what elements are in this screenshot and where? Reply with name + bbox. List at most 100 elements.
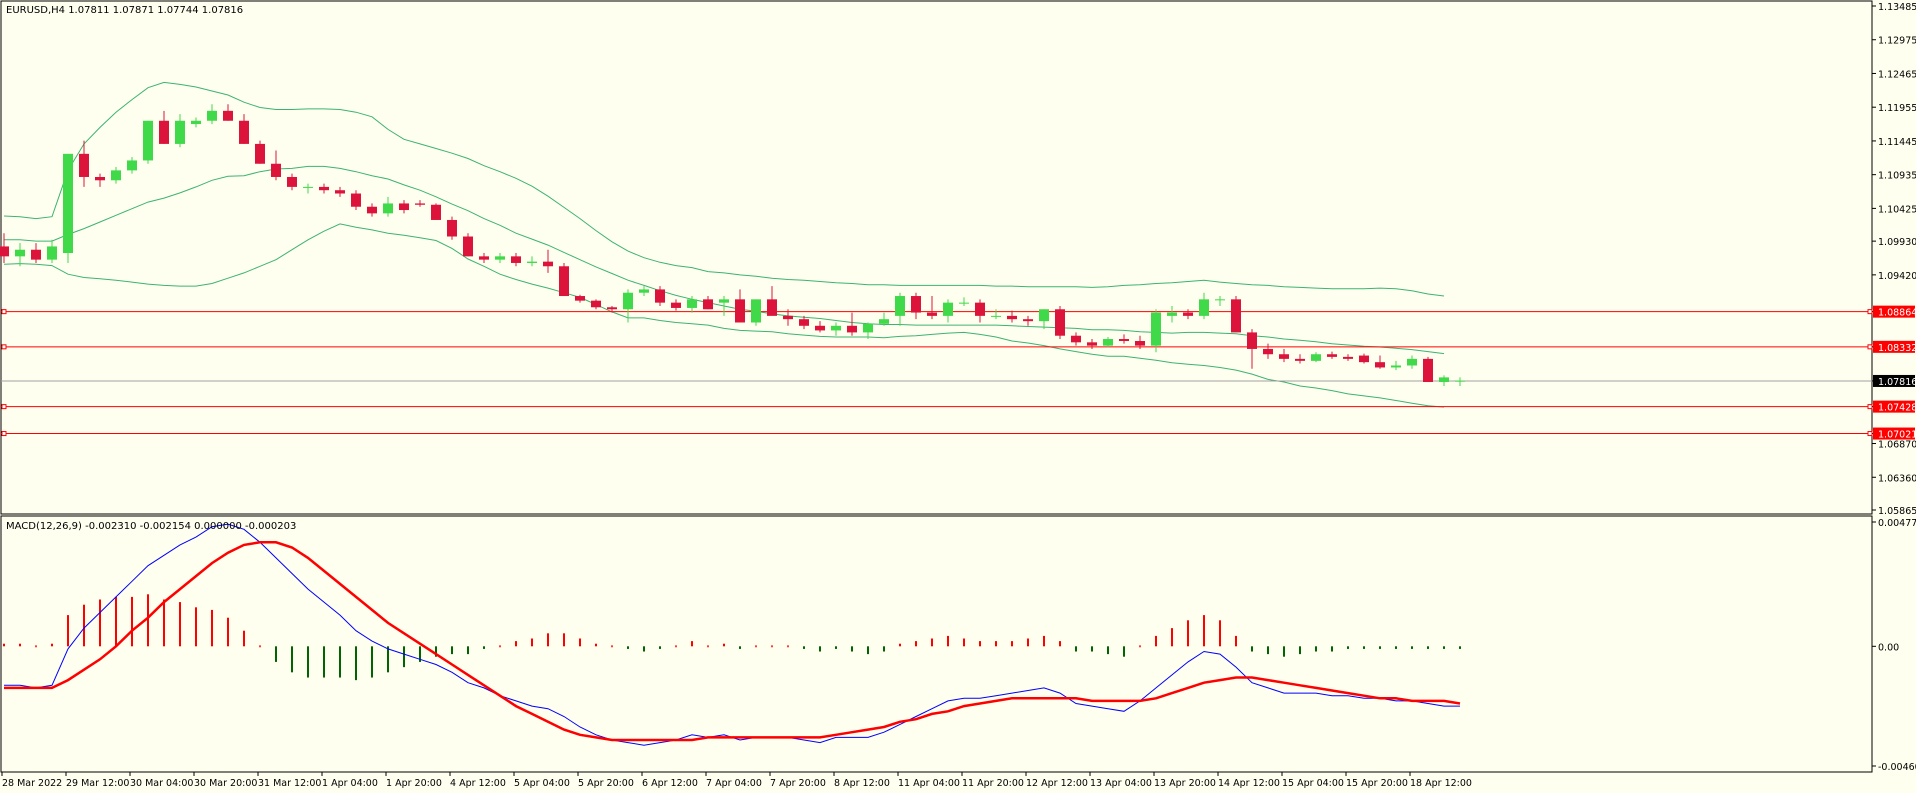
candle-body — [207, 110, 217, 121]
candle-body — [831, 325, 841, 331]
candle-body — [1439, 377, 1449, 383]
candle-body — [1103, 339, 1113, 346]
candle-body — [319, 186, 329, 191]
trading-chart[interactable]: 1.13485 1.12975 1.12465 1.11955 1.11445 1.109… — [0, 0, 1916, 793]
candle-body — [943, 302, 953, 316]
candle-body — [1215, 299, 1225, 301]
price-tick-label: 1.07816 — [1878, 377, 1916, 388]
candle-body — [1199, 299, 1209, 316]
macd-tick-label: -0.004601 — [1878, 762, 1916, 773]
price-tick-label: 1.05865 — [1878, 506, 1916, 517]
candle-body — [1375, 362, 1385, 368]
candle-body — [1007, 315, 1017, 320]
price-tick-label: 1.06870 — [1878, 440, 1916, 451]
candle-body — [1231, 299, 1241, 333]
level-handle[interactable] — [1867, 404, 1873, 410]
candle-body — [879, 319, 889, 324]
price-tick-label: 1.07428 — [1878, 403, 1916, 414]
candle-body — [527, 261, 537, 263]
time-tick-label: 5 Apr 04:00 — [514, 778, 570, 789]
price-tick-label: 1.09930 — [1878, 237, 1916, 248]
candle-body — [1135, 341, 1145, 346]
candle-body — [31, 249, 41, 260]
candle-body — [1423, 358, 1433, 383]
candle-body — [15, 249, 25, 257]
candle-body — [431, 204, 441, 220]
candle-body — [255, 143, 265, 164]
candle-body — [463, 236, 473, 257]
level-handle[interactable] — [1, 431, 7, 437]
candle-body — [543, 261, 553, 267]
chart-canvas[interactable]: 1.13485 1.12975 1.12465 1.11955 1.11445 1.109… — [0, 0, 1916, 793]
price-tick-label: 1.11955 — [1878, 103, 1916, 114]
time-tick-label: 15 Apr 04:00 — [1282, 778, 1344, 789]
candle-body — [591, 300, 601, 308]
candle-body — [623, 292, 633, 310]
candle-body — [767, 299, 777, 316]
time-tick-label: 29 Mar 12:00 — [66, 778, 129, 789]
candle-body — [399, 203, 409, 211]
candle-body — [975, 302, 985, 316]
level-handle[interactable] — [1867, 309, 1873, 315]
level-handle[interactable] — [1, 404, 7, 410]
candle-body — [575, 296, 585, 301]
time-tick-label: 6 Apr 12:00 — [642, 778, 698, 789]
candle-body — [143, 120, 153, 161]
level-handle[interactable] — [1, 344, 7, 350]
candle-body — [783, 315, 793, 320]
macd-tick-label: 0.004779 — [1878, 518, 1916, 529]
candle-body — [1071, 335, 1081, 343]
time-tick-label: 14 Apr 12:00 — [1218, 778, 1280, 789]
candle-body — [223, 110, 233, 121]
candle-body — [175, 120, 185, 144]
chart-background — [0, 0, 1916, 793]
time-tick-label: 11 Apr 20:00 — [962, 778, 1024, 789]
candle-body — [1119, 339, 1129, 342]
macd-info-label: MACD(12,26,9) -0.002310 -0.002154 0.0000… — [6, 521, 296, 532]
candle-body — [895, 296, 905, 316]
candle-body — [1327, 354, 1337, 357]
level-handle[interactable] — [1867, 431, 1873, 437]
time-tick-label: 13 Apr 20:00 — [1154, 778, 1216, 789]
candle-body — [1279, 354, 1289, 359]
candle-body — [719, 299, 729, 303]
level-handle[interactable] — [1867, 344, 1873, 350]
candle-body — [991, 315, 1001, 317]
candle-body — [927, 312, 937, 316]
candle-body — [1167, 312, 1177, 316]
level-handle[interactable] — [1, 309, 7, 315]
candle-body — [1151, 312, 1161, 346]
price-tick-label: 1.08864 — [1878, 308, 1916, 319]
candle-body — [335, 190, 345, 194]
price-tick-label: 1.10425 — [1878, 204, 1916, 215]
candle-body — [511, 256, 521, 263]
candle-body — [607, 307, 617, 310]
candle-body — [79, 153, 89, 177]
candle-body — [383, 203, 393, 214]
time-tick-label: 1 Apr 20:00 — [386, 778, 442, 789]
candle-body — [95, 176, 105, 181]
candle-body — [367, 206, 377, 214]
symbol-info-label: EURUSD,H4 1.07811 1.07871 1.07744 1.0781… — [6, 5, 243, 16]
time-tick-label: 4 Apr 12:00 — [450, 778, 506, 789]
candle-body — [1391, 365, 1401, 368]
candle-body — [1455, 380, 1465, 382]
candle-body — [1295, 358, 1305, 361]
candle-body — [351, 193, 361, 207]
candle-body — [911, 296, 921, 313]
price-tick-label: 1.11445 — [1878, 137, 1916, 148]
candle-body — [559, 266, 569, 297]
price-tick-label: 1.09420 — [1878, 271, 1916, 282]
candle-body — [687, 299, 697, 308]
candle-body — [1055, 309, 1065, 336]
candle-body — [1407, 358, 1417, 366]
candle-body — [735, 299, 745, 323]
candle-body — [1247, 332, 1257, 349]
macd-tick-label: 0.00 — [1878, 642, 1899, 653]
time-tick-label: 31 Mar 12:00 — [258, 778, 321, 789]
candle-body — [1263, 348, 1273, 355]
candle-body — [0, 246, 9, 257]
candle-body — [751, 299, 761, 323]
time-tick-label: 7 Apr 20:00 — [770, 778, 826, 789]
candle-body — [639, 289, 649, 293]
